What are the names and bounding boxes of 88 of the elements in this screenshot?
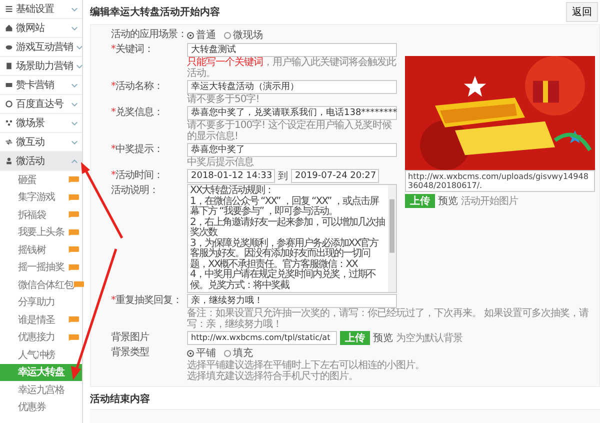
text-field[interactable]: 幸运大转盘活动（演示用） <box>187 80 397 94</box>
hint-text: 选择填充建议选择符合手机尺寸的图片。 <box>187 371 359 382</box>
nav-label: 基础设置 <box>16 2 55 16</box>
hint-text: 选择平铺建议选择在平铺时上下左右可以相连的小图片。 <box>187 360 426 371</box>
chevron-down-icon <box>71 6 78 12</box>
nav-item[interactable]: 微活动 <box>0 152 82 171</box>
field-label: 活动的应用场景： <box>111 28 187 42</box>
chevron-down-icon <box>71 120 78 126</box>
sliders-icon <box>5 5 13 13</box>
hint-text: 中奖后提示信息 <box>187 157 254 168</box>
hint-text: 请不要多于50字! <box>187 94 260 105</box>
date-field[interactable]: 2019-07-24 20:27 <box>291 169 379 183</box>
hint-text: 为空为默认背景 <box>396 332 462 344</box>
field-label: *中奖提示： <box>111 143 164 157</box>
nav-label: 微活动 <box>16 155 46 168</box>
field-label: 背景类型 <box>111 346 150 360</box>
field-label: *重复抽奖回复： <box>111 294 183 308</box>
nav-label: 赞卡营销 <box>16 78 55 92</box>
nav-label: 微场景 <box>16 116 46 130</box>
nav-item[interactable]: 微场景 <box>0 114 82 133</box>
submenu-item[interactable]: 集字游戏 <box>0 188 82 206</box>
section-title: 活动结束内容 <box>90 392 151 406</box>
nav-item[interactable]: 游戏互动营销 <box>0 38 82 57</box>
gamepad-icon <box>5 43 13 51</box>
nav-label: 百度直达号 <box>16 98 64 111</box>
nav-item[interactable]: 场景助力营销 <box>0 57 82 76</box>
chevron-down-icon <box>76 44 83 50</box>
field-label: 背景图片 <box>111 331 150 345</box>
url-field[interactable]: http://wx.wxbcms.com/tpl/static/at <box>187 331 337 345</box>
page-title: 编辑幸运大转盘活动开始内容 <box>90 5 220 19</box>
nav-label: 微互动 <box>16 136 46 149</box>
chevron-down-icon <box>71 140 78 144</box>
date-field[interactable]: 2018-01-12 14:33 <box>187 169 275 183</box>
field-label: *关键词： <box>111 43 154 57</box>
range-separator: 到 <box>278 170 288 183</box>
house-icon <box>5 24 13 32</box>
preview-link[interactable]: 预览 <box>373 331 393 345</box>
field-label: *活动时间： <box>111 169 164 183</box>
dots-icon <box>5 119 13 127</box>
nav-item[interactable]: 百度直达号 <box>0 95 82 114</box>
text-field[interactable]: 大转盘测试 <box>187 43 397 57</box>
submenu-item[interactable]: 幸运九宫格 <box>0 381 82 398</box>
submenu-item[interactable]: 微信合体红包 <box>0 276 82 294</box>
chevron-down-icon <box>76 64 83 68</box>
submenu-item[interactable]: 我要上头条 <box>0 224 82 241</box>
preview-link[interactable]: 预览 <box>438 194 458 208</box>
target-icon <box>5 100 13 108</box>
text-field[interactable]: 亲，继续努力哦！ <box>187 294 397 308</box>
submenu-item[interactable]: 摇一摇抽奖 <box>0 258 82 276</box>
field-label: *兑奖信息： <box>111 106 164 120</box>
person-icon <box>5 157 13 165</box>
submenu-item[interactable]: 分享助力 <box>0 294 82 311</box>
text-field[interactable]: 恭喜您中奖了 <box>187 143 397 157</box>
radio-option[interactable]: 普通 <box>187 28 216 42</box>
chevron-down-icon <box>71 102 78 106</box>
building-icon <box>5 62 13 70</box>
nav-item[interactable]: 微网站 <box>0 19 82 38</box>
submenu-item[interactable]: 优惠券 <box>0 398 82 416</box>
chevron-down-icon <box>71 26 78 30</box>
arrows-icon <box>5 138 13 146</box>
nav-label: 微网站 <box>16 22 46 35</box>
submenu-item[interactable]: 谁是情圣 <box>0 311 82 328</box>
submenu-item[interactable]: 砸蛋 <box>0 171 82 188</box>
hint-text: 备注：如果设置只允许抽一次奖的，请写：你已经玩过了，下次再来。 如果设置可多次抽奖，请写：亲，继续努力哦！ <box>187 308 590 330</box>
scrollbar[interactable] <box>388 185 396 292</box>
text-area[interactable]: XX大转盘活动规则： 1，在微信公众号 “XX” ，回复 “XX” ，或点击屏幕下方 “我要参与” ，即可参与活动。 2，右上角邀请好友一起来参加，可以增加几次抽奖次数 3，为保障兑奖顺利，参赛用户务必添加XX官方客服为好友。因没有添加好友而出现的一切问题，XX概不承担责任。官方客服微信：XX 4，中奖用户请在规定兑奖时间内兑奖，过期不候。兑奖方式：将中奖截 <box>187 184 397 293</box>
back-button[interactable]: 返回 <box>566 2 598 22</box>
card-icon <box>5 81 13 89</box>
radio-option[interactable]: 平铺 <box>187 346 216 360</box>
submenu-item[interactable]: 优惠接力 <box>0 328 82 346</box>
nav-label: 游戏互动营销 <box>16 40 73 54</box>
hint-text: 只能写一个关键词，用户输入此关键词将会触发此活动。 <box>187 57 397 79</box>
submenu-item[interactable]: 拆福袋 <box>0 206 82 224</box>
radio-option[interactable]: 填充 <box>224 346 253 360</box>
url-field[interactable]: http://wx.wxbcms.com/uploads/gisvwy1494836048/20180617/. <box>405 170 595 192</box>
nav-label: 场景助力营销 <box>16 60 73 73</box>
radio-option[interactable]: 微现场 <box>224 28 263 42</box>
text-field[interactable]: 恭喜您中奖了，兑奖请联系我们，电话138******** <box>187 106 397 120</box>
hint-text: 请不要多于100字! 这个设定在用户输入兑奖时候的显示信息! <box>187 120 392 142</box>
field-label: *活动名称： <box>111 80 164 94</box>
nav-item[interactable]: 基础设置 <box>0 0 82 19</box>
chevron-down-icon <box>71 82 78 88</box>
submenu-item[interactable]: 人气冲榜 <box>0 346 82 364</box>
chevron-up-icon <box>71 158 78 164</box>
hint-text: 活动开始图片 <box>461 196 518 206</box>
field-label: 活动说明： <box>111 184 160 198</box>
nav-item[interactable]: 赞卡营销 <box>0 76 82 95</box>
submenu-item[interactable]: 摇钱树 <box>0 241 82 258</box>
